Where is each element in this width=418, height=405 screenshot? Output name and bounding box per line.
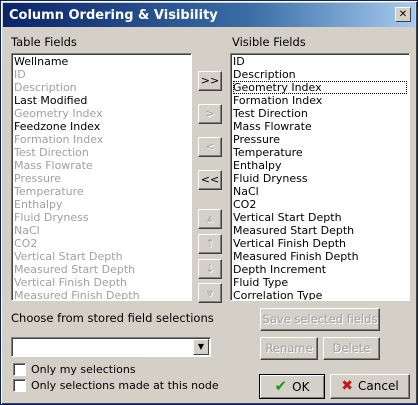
- visible-fields-label: Visible Fields: [232, 35, 306, 49]
- visible-field-item[interactable]: Geometry Index: [233, 81, 407, 94]
- table-field-item[interactable]: ID: [14, 68, 189, 81]
- table-fields-list[interactable]: Wellname ID Description Last Modified Geomet…: [11, 53, 192, 301]
- visible-field-item[interactable]: Temperature: [233, 146, 407, 159]
- table-field-item[interactable]: Wellname: [14, 55, 189, 68]
- add-button[interactable]: >: [198, 104, 222, 124]
- ok-button[interactable]: ✔ OK: [259, 374, 325, 399]
- move-up-icon: ↑: [205, 237, 215, 250]
- table-field-item[interactable]: Mass Flowrate: [14, 159, 189, 172]
- chevron-down-icon[interactable]: ▼: [193, 339, 209, 355]
- table-field-item[interactable]: Geometry Index: [14, 107, 189, 120]
- table-fields-label: Table Fields: [11, 35, 77, 49]
- visible-field-item[interactable]: Mass Flowrate: [233, 120, 407, 133]
- close-button[interactable]: ✕: [395, 7, 411, 22]
- add-all-button[interactable]: >>: [198, 71, 222, 91]
- visible-field-item[interactable]: Formation Index: [233, 94, 407, 107]
- remove-button[interactable]: <: [198, 137, 222, 157]
- visible-fields-list[interactable]: ID Description Geometry Index Formation Ind…: [230, 53, 410, 301]
- move-top-button[interactable]: ⩓: [198, 209, 222, 229]
- cross-icon: ✖: [341, 378, 354, 394]
- table-field-item[interactable]: Fluid Dryness: [14, 211, 189, 224]
- visible-field-item[interactable]: Enthalpy: [233, 159, 407, 172]
- visible-field-item[interactable]: Depth Increment: [233, 263, 407, 276]
- checkbox-box[interactable]: [13, 363, 26, 376]
- title-bar: Column Ordering & Visibility ✕: [3, 3, 415, 27]
- visible-field-item[interactable]: CO2: [233, 198, 407, 211]
- visible-field-item[interactable]: Correlation Type: [233, 289, 407, 300]
- move-bottom-button[interactable]: ⩔: [198, 283, 222, 303]
- table-field-item[interactable]: Temperature: [14, 185, 189, 198]
- visible-field-item[interactable]: Description: [233, 68, 407, 81]
- table-field-item[interactable]: CO2: [14, 237, 189, 250]
- stored-selection-combo[interactable]: ▼: [11, 337, 211, 357]
- table-field-item[interactable]: Vertical Start Depth: [14, 250, 189, 263]
- move-up-button[interactable]: ↑: [198, 234, 222, 254]
- checkbox-box[interactable]: [13, 379, 26, 392]
- table-field-item[interactable]: Measured Finish Depth: [14, 289, 189, 300]
- move-down-button[interactable]: ↓: [198, 259, 222, 279]
- visible-field-item[interactable]: Vertical Start Depth: [233, 211, 407, 224]
- rename-button[interactable]: Rename: [260, 337, 318, 360]
- visible-field-item[interactable]: Fluid Type: [233, 276, 407, 289]
- table-field-item[interactable]: Pressure: [14, 172, 189, 185]
- dialog-window: Column Ordering & Visibility ✕ Table Fie…: [0, 0, 418, 405]
- visible-field-item[interactable]: Measured Start Depth: [233, 224, 407, 237]
- move-top-icon: ⩓: [206, 212, 214, 225]
- only-node-selections-label: Only selections made at this node: [31, 379, 219, 392]
- visible-field-item[interactable]: ID: [233, 55, 407, 68]
- table-field-item[interactable]: NaCl: [14, 224, 189, 237]
- visible-field-item[interactable]: Test Direction: [233, 107, 407, 120]
- stored-selections-label: Choose from stored field selections: [11, 311, 214, 325]
- table-field-item[interactable]: Feedzone Index: [14, 120, 189, 133]
- visible-field-item[interactable]: NaCl: [233, 185, 407, 198]
- table-field-item[interactable]: Description: [14, 81, 189, 94]
- save-selected-fields-button[interactable]: Save selected fields: [260, 308, 380, 331]
- table-field-item[interactable]: Formation Index: [14, 133, 189, 146]
- remove-all-button[interactable]: <<: [198, 170, 222, 190]
- table-field-item[interactable]: Measured Start Depth: [14, 263, 189, 276]
- table-field-item[interactable]: Vertical Finish Depth: [14, 276, 189, 289]
- checkmark-icon: ✔: [274, 377, 288, 395]
- window-title: Column Ordering & Visibility: [9, 8, 218, 23]
- visible-field-item[interactable]: Measured Finish Depth: [233, 250, 407, 263]
- delete-button[interactable]: Delete: [323, 337, 380, 360]
- visible-field-item[interactable]: Vertical Finish Depth: [233, 237, 407, 250]
- visible-field-item[interactable]: Fluid Dryness: [233, 172, 407, 185]
- table-field-item[interactable]: Enthalpy: [14, 198, 189, 211]
- close-icon: ✕: [398, 9, 408, 20]
- table-field-item[interactable]: Last Modified: [14, 94, 189, 107]
- cancel-button[interactable]: ✖ Cancel: [330, 374, 410, 399]
- table-field-item[interactable]: Test Direction: [14, 146, 189, 159]
- visible-field-item[interactable]: Pressure: [233, 133, 407, 146]
- move-down-icon: ↓: [205, 262, 215, 275]
- move-bottom-icon: ⩔: [206, 286, 214, 299]
- only-my-selections-label: Only my selections: [31, 363, 136, 376]
